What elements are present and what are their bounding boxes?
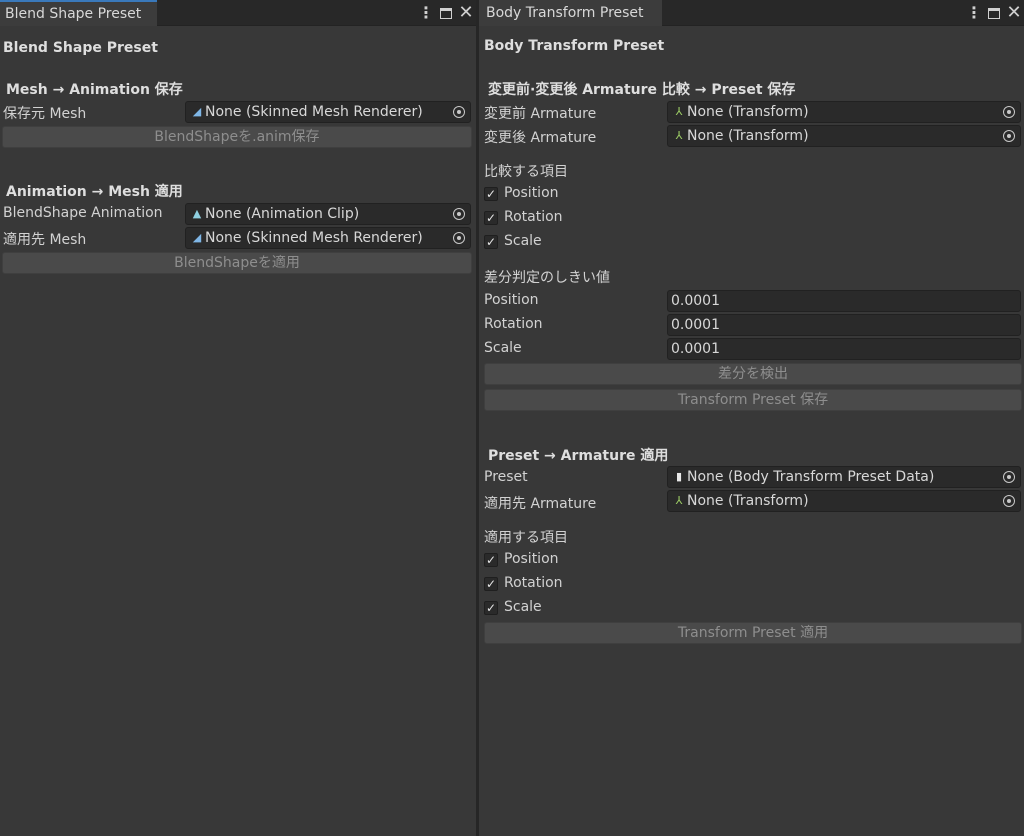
maximize-icon[interactable] xyxy=(984,0,1004,26)
after-armature-value: None (Transform) xyxy=(687,128,809,144)
animation-clip-icon: ▲ xyxy=(192,207,202,220)
animation-clip-field[interactable]: ▲ None (Animation Clip) xyxy=(185,203,471,225)
compare-scale-checkbox[interactable]: ✓ xyxy=(484,235,498,249)
animation-clip-value: None (Animation Clip) xyxy=(205,206,360,222)
after-armature-label: 変更後 Armature xyxy=(484,130,597,146)
compare-position-label: Position xyxy=(504,185,559,201)
checkmark-icon: ✓ xyxy=(485,601,497,615)
kebab-menu-icon[interactable]: ⋮ xyxy=(416,0,436,26)
object-picker-icon[interactable] xyxy=(998,126,1020,146)
window-controls: ⋮ ✕ xyxy=(416,0,476,26)
tab-bar: Blend Shape Preset ⋮ ✕ xyxy=(0,0,476,26)
preset-value: None (Body Transform Preset Data) xyxy=(687,469,935,485)
window-title: Blend Shape Preset xyxy=(3,40,158,56)
threshold-rotation-field[interactable]: 0.0001 xyxy=(667,314,1021,336)
blend-shape-preset-window: Blend Shape Preset ⋮ ✕ Blend Shape Prese… xyxy=(0,0,476,836)
checkmark-icon: ✓ xyxy=(485,553,497,567)
apply-rotation-checkbox[interactable]: ✓ xyxy=(484,577,498,591)
threshold-scale-field[interactable]: 0.0001 xyxy=(667,338,1021,360)
before-armature-label: 変更前 Armature xyxy=(484,106,597,122)
tab-body-transform-preset[interactable]: Body Transform Preset xyxy=(479,0,662,26)
body-transform-preset-window: Body Transform Preset ⋮ ✕ Body Transform… xyxy=(479,0,1024,836)
window-controls: ⋮ ✕ xyxy=(964,0,1024,26)
apply-scale-label: Scale xyxy=(504,599,542,615)
compare-scale-label: Scale xyxy=(504,233,542,249)
apply-blendshape-button[interactable]: BlendShapeを適用 xyxy=(2,252,472,274)
preset-label: Preset xyxy=(484,469,528,485)
animation-label: BlendShape Animation xyxy=(3,205,163,221)
tab-bar: Body Transform Preset ⋮ ✕ xyxy=(479,0,1024,26)
transform-icon: ⅄ xyxy=(675,494,683,507)
before-armature-value: None (Transform) xyxy=(687,104,809,120)
transform-icon: ⅄ xyxy=(675,129,683,142)
apply-transform-preset-button[interactable]: Transform Preset 適用 xyxy=(484,622,1022,644)
section-animation-to-mesh: Animation → Mesh 適用 xyxy=(6,184,183,200)
target-armature-label: 適用先 Armature xyxy=(484,496,597,512)
source-mesh-value: None (Skinned Mesh Renderer) xyxy=(205,104,423,120)
compare-rotation-checkbox[interactable]: ✓ xyxy=(484,211,498,225)
threshold-scale-label: Scale xyxy=(484,340,522,356)
transform-icon: ⅄ xyxy=(675,105,683,118)
save-transform-preset-button[interactable]: Transform Preset 保存 xyxy=(484,389,1022,411)
window-title: Body Transform Preset xyxy=(484,38,665,54)
tab-blend-shape-preset[interactable]: Blend Shape Preset xyxy=(0,0,157,26)
object-picker-icon[interactable] xyxy=(448,228,470,248)
compare-position-checkbox[interactable]: ✓ xyxy=(484,187,498,201)
kebab-menu-icon[interactable]: ⋮ xyxy=(964,0,984,26)
section-preset-to-armature: Preset → Armature 適用 xyxy=(488,448,669,464)
threshold-position-field[interactable]: 0.0001 xyxy=(667,290,1021,312)
checkmark-icon: ✓ xyxy=(485,577,497,591)
save-anim-button[interactable]: BlendShapeを.anim保存 xyxy=(2,126,472,148)
close-icon[interactable]: ✕ xyxy=(456,0,476,26)
target-mesh-label: 適用先 Mesh xyxy=(3,232,87,248)
skinned-mesh-icon: ◢ xyxy=(192,231,202,244)
object-picker-icon[interactable] xyxy=(998,102,1020,122)
section-compare-armature: 変更前·変更後 Armature 比較 → Preset 保存 xyxy=(488,82,796,98)
source-mesh-field[interactable]: ◢ None (Skinned Mesh Renderer) xyxy=(185,101,471,123)
compare-items-label: 比較する項目 xyxy=(484,164,568,180)
before-armature-field[interactable]: ⅄ None (Transform) xyxy=(667,101,1021,123)
preset-field[interactable]: ▮ None (Body Transform Preset Data) xyxy=(667,466,1021,488)
target-mesh-value: None (Skinned Mesh Renderer) xyxy=(205,230,423,246)
object-picker-icon[interactable] xyxy=(998,467,1020,487)
detect-diff-button[interactable]: 差分を検出 xyxy=(484,363,1022,385)
asset-file-icon: ▮ xyxy=(675,470,683,483)
object-picker-icon[interactable] xyxy=(998,491,1020,511)
close-icon[interactable]: ✕ xyxy=(1004,0,1024,26)
target-armature-value: None (Transform) xyxy=(687,493,809,509)
apply-items-label: 適用する項目 xyxy=(484,530,568,546)
apply-rotation-label: Rotation xyxy=(504,575,563,591)
checkmark-icon: ✓ xyxy=(485,235,497,249)
maximize-icon[interactable] xyxy=(436,0,456,26)
skinned-mesh-icon: ◢ xyxy=(192,105,202,118)
threshold-position-label: Position xyxy=(484,292,539,308)
apply-position-checkbox[interactable]: ✓ xyxy=(484,553,498,567)
object-picker-icon[interactable] xyxy=(448,102,470,122)
compare-rotation-label: Rotation xyxy=(504,209,563,225)
section-mesh-to-animation: Mesh → Animation 保存 xyxy=(6,82,183,98)
target-armature-field[interactable]: ⅄ None (Transform) xyxy=(667,490,1021,512)
checkmark-icon: ✓ xyxy=(485,211,497,225)
source-mesh-label: 保存元 Mesh xyxy=(3,106,87,122)
apply-scale-checkbox[interactable]: ✓ xyxy=(484,601,498,615)
after-armature-field[interactable]: ⅄ None (Transform) xyxy=(667,125,1021,147)
apply-position-label: Position xyxy=(504,551,559,567)
object-picker-icon[interactable] xyxy=(448,204,470,224)
target-mesh-field[interactable]: ◢ None (Skinned Mesh Renderer) xyxy=(185,227,471,249)
threshold-rotation-label: Rotation xyxy=(484,316,543,332)
checkmark-icon: ✓ xyxy=(485,187,497,201)
threshold-label: 差分判定のしきい値 xyxy=(484,270,610,286)
